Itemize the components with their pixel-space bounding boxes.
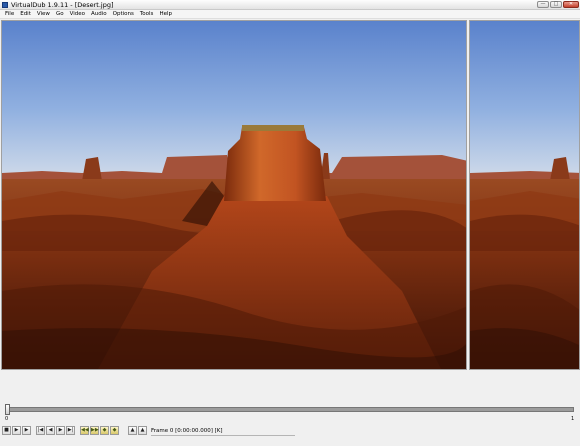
scene-forward-button[interactable]: ◆ <box>110 426 119 435</box>
desert-landscape-image <box>2 21 466 369</box>
timeline-end-label: 1 <box>571 416 575 422</box>
desert-landscape-image <box>470 21 579 369</box>
frame-label-underline <box>151 435 295 436</box>
menu-video[interactable]: Video <box>67 10 88 18</box>
timeline-start-label: 0 <box>5 416 9 422</box>
go-start-button[interactable]: |◀ <box>36 426 45 435</box>
go-end-button[interactable]: ▶| <box>66 426 75 435</box>
stop-button[interactable]: ■ <box>2 426 11 435</box>
play-input-button[interactable]: ▶ <box>12 426 21 435</box>
next-key-button[interactable]: ▶▶ <box>90 426 99 435</box>
timeline-position-thumb[interactable] <box>5 404 10 415</box>
menu-bar: File Edit View Go Video Audio Options To… <box>0 10 580 19</box>
prev-key-button[interactable]: ◀◀ <box>80 426 89 435</box>
scene-back-button[interactable]: ◆ <box>100 426 109 435</box>
title-bar: VirtualDub 1.9.11 - [Desert.jpg] — □ ✕ <box>0 0 580 10</box>
window-title: VirtualDub 1.9.11 - [Desert.jpg] <box>11 1 114 9</box>
timeline-track[interactable] <box>6 407 574 412</box>
output-video-pane[interactable] <box>469 20 580 370</box>
mark-out-button[interactable]: ▲ <box>138 426 147 435</box>
app-icon <box>2 2 8 8</box>
menu-help[interactable]: Help <box>156 10 175 18</box>
menu-edit[interactable]: Edit <box>17 10 34 18</box>
menu-tools[interactable]: Tools <box>137 10 157 18</box>
play-output-button[interactable]: ▶ <box>22 426 31 435</box>
frame-position-label: Frame 0 [0:00:00.000] [K] <box>151 428 223 434</box>
menu-go[interactable]: Go <box>53 10 67 18</box>
mark-in-button[interactable]: ▲ <box>128 426 137 435</box>
menu-view[interactable]: View <box>34 10 53 18</box>
playback-toolbar: ■ ▶ ▶ |◀ ◀ ▶ ▶| ◀◀ ▶▶ ◆ ◆ ▲ ▲ Frame 0 [0… <box>0 423 580 446</box>
menu-file[interactable]: File <box>2 10 17 18</box>
menu-options[interactable]: Options <box>110 10 137 18</box>
next-frame-button[interactable]: ▶ <box>56 426 65 435</box>
minimize-button[interactable]: — <box>537 1 549 8</box>
prev-frame-button[interactable]: ◀ <box>46 426 55 435</box>
maximize-button[interactable]: □ <box>550 1 562 8</box>
close-button[interactable]: ✕ <box>563 1 579 8</box>
menu-audio[interactable]: Audio <box>88 10 110 18</box>
input-video-pane[interactable] <box>1 20 467 370</box>
